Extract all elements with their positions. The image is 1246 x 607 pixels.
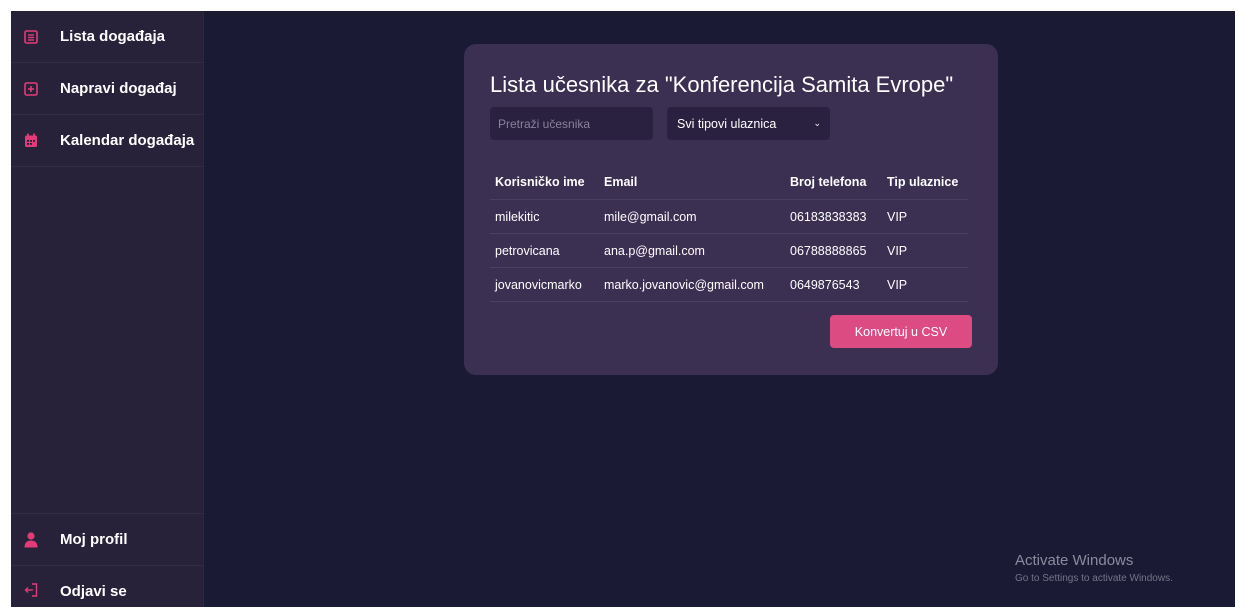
table-row: jovanovicmarko marko.jovanovic@gmail.com…: [490, 267, 968, 302]
watermark-title: Activate Windows: [1015, 552, 1134, 569]
cell-ticket-type: VIP: [882, 233, 968, 268]
table-row: milekitic mile@gmail.com 06183838383 VIP: [490, 199, 968, 234]
sidebar-item-label: Moj profil: [60, 531, 128, 548]
logout-icon: [24, 583, 38, 597]
sidebar-spacer: [11, 167, 203, 514]
table-row: petrovicana ana.p@gmail.com 06788888865 …: [490, 233, 968, 268]
cell-username: petrovicana: [490, 233, 599, 268]
plus-square-icon: [24, 81, 38, 96]
ticket-type-select[interactable]: Svi tipovi ulaznica ⌄: [667, 107, 830, 140]
calendar-icon: [24, 133, 38, 148]
column-header-username: Korisničko ime: [490, 164, 599, 200]
list-icon: [24, 29, 38, 44]
sidebar-item-create-event[interactable]: Napravi događaj: [11, 63, 203, 115]
sidebar-item-label: Odjavi se: [60, 583, 127, 600]
sidebar-item-event-calendar[interactable]: Kalendar događaja: [11, 115, 203, 167]
sidebar-item-label: Napravi događaj: [60, 80, 177, 97]
participants-card: Lista učesnika za "Konferencija Samita E…: [464, 44, 998, 375]
main-content: Lista učesnika za "Konferencija Samita E…: [204, 11, 1235, 607]
cell-username: milekitic: [490, 199, 599, 234]
cell-phone: 06183838383: [785, 199, 882, 234]
convert-csv-button[interactable]: Konvertuj u CSV: [830, 315, 972, 348]
search-input[interactable]: [490, 107, 653, 140]
cell-phone: 0649876543: [785, 267, 882, 302]
sidebar-item-my-profile[interactable]: Moj profil: [11, 514, 203, 566]
cell-email: mile@gmail.com: [599, 199, 785, 234]
participants-table: Korisničko ime Email Broj telefona Tip u…: [490, 164, 968, 302]
cell-email: marko.jovanovic@gmail.com: [599, 267, 785, 302]
page-title: Lista učesnika za "Konferencija Samita E…: [490, 72, 954, 97]
ticket-type-select-value: Svi tipovi ulaznica: [677, 116, 777, 131]
sidebar-item-event-list[interactable]: Lista događaja: [11, 11, 203, 63]
column-header-ticket-type: Tip ulaznice: [882, 164, 968, 200]
column-header-email: Email: [599, 164, 785, 200]
filters-bar: Svi tipovi ulaznica ⌄: [490, 107, 972, 140]
cell-ticket-type: VIP: [882, 267, 968, 302]
sidebar-item-logout[interactable]: Odjavi se: [11, 566, 203, 607]
watermark-subtitle: Go to Settings to activate Windows.: [1015, 573, 1173, 584]
windows-activation-watermark: Activate Windows Go to Settings to activ…: [1015, 552, 1173, 584]
app-frame: Lista događaja Napravi događaj Kalendar …: [11, 11, 1235, 607]
sidebar: Lista događaja Napravi događaj Kalendar …: [11, 11, 204, 607]
column-header-phone: Broj telefona: [785, 164, 882, 200]
sidebar-item-label: Lista događaja: [60, 28, 166, 45]
table-header-row: Korisničko ime Email Broj telefona Tip u…: [490, 164, 968, 200]
cell-username: jovanovicmarko: [490, 267, 599, 302]
cell-phone: 06788888865: [785, 233, 882, 268]
chevron-down-icon: ⌄: [813, 118, 821, 128]
cell-ticket-type: VIP: [882, 199, 968, 234]
user-icon: [24, 531, 38, 547]
cell-email: ana.p@gmail.com: [599, 233, 785, 268]
sidebar-item-label: Kalendar događaja: [60, 132, 195, 149]
